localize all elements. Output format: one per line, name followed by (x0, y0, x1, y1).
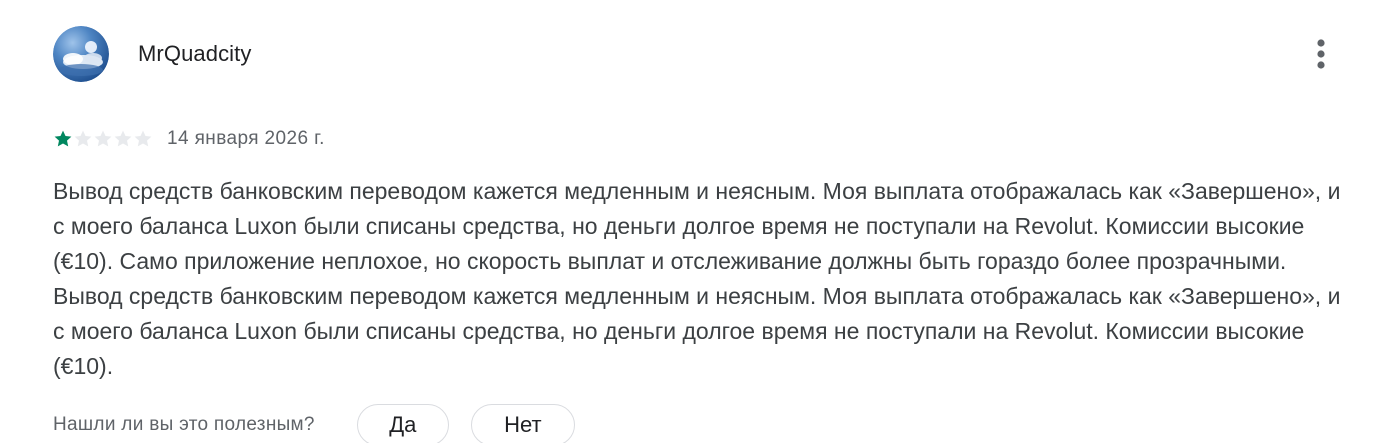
star-filled-icon (54, 130, 72, 147)
review-date: 14 января 2026 г. (167, 128, 325, 149)
more-options-button[interactable] (1303, 36, 1339, 72)
helpful-row: Нашли ли вы это полезным? Да Нет (53, 404, 575, 443)
review-card: MrQuadcity 14 января 2026 г. Вывод средс… (0, 0, 1395, 443)
star-empty-icon (134, 130, 152, 147)
helpful-yes-button[interactable]: Да (356, 404, 449, 443)
star-rating (53, 129, 153, 149)
rating-row: 14 января 2026 г. (53, 128, 325, 150)
more-vert-icon (1317, 39, 1325, 69)
star-empty-icon (114, 130, 132, 147)
helpful-question: Нашли ли вы это полезным? (53, 414, 315, 435)
star-empty-icon (94, 130, 112, 147)
author-name: MrQuadcity (138, 41, 252, 66)
star-empty-icon (74, 130, 92, 147)
avatar-sky-icon[interactable] (53, 26, 109, 82)
review-header: MrQuadcity (53, 26, 251, 82)
review-text: Вывод средств банковским переводом кажет… (53, 178, 1341, 379)
helpful-no-button[interactable]: Нет (470, 404, 575, 443)
